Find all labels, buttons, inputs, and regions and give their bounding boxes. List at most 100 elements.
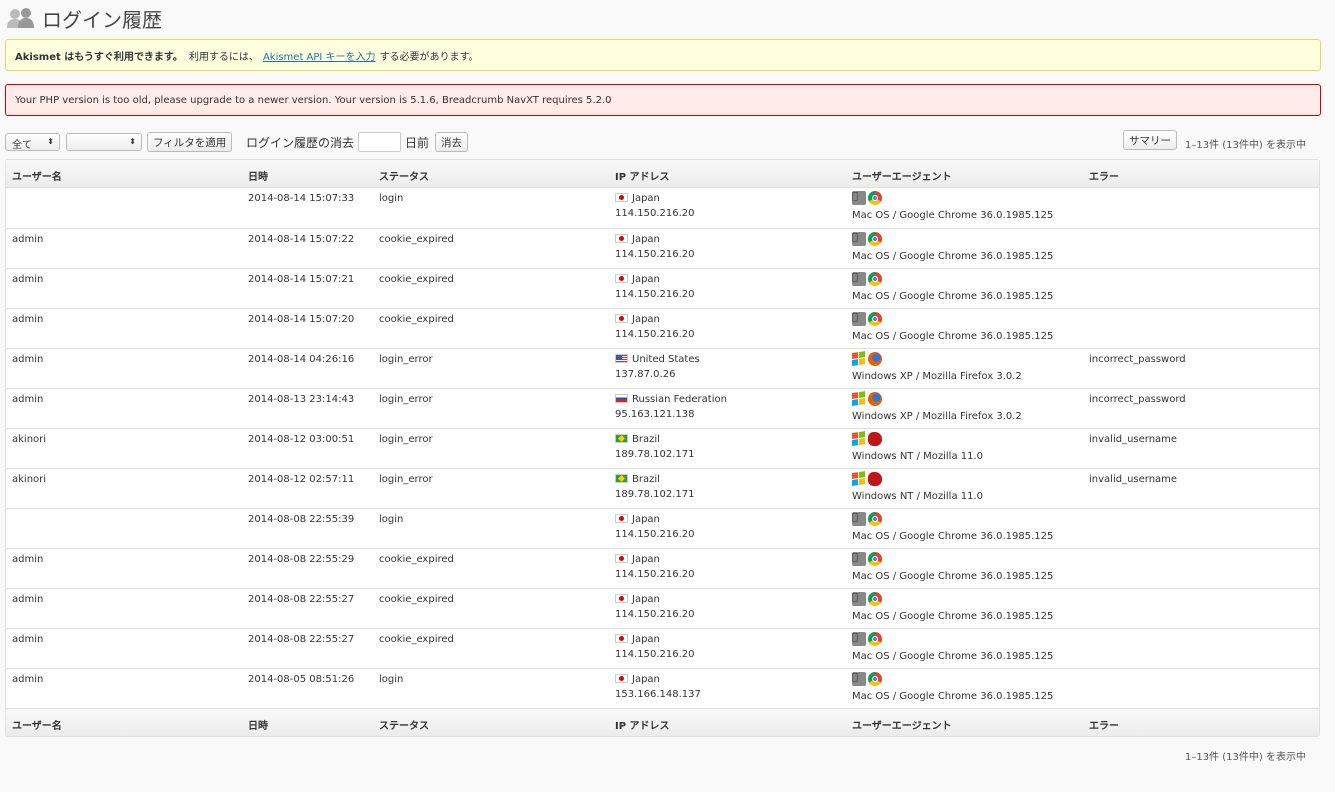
- cell-ip-address: 114.150.216.20: [615, 609, 695, 620]
- pagination-count: 1–13件 (13件中) を表示中: [1185, 140, 1306, 151]
- cell-country: Japan: [632, 314, 660, 325]
- column-footer-user-agent[interactable]: ユーザーエージェント: [852, 717, 952, 732]
- delete-history-label: ログイン履歴の消去: [246, 136, 355, 150]
- cell-status: cookie_expired: [379, 594, 454, 605]
- br-flag-icon: [615, 434, 628, 443]
- cell-status: login_error: [379, 474, 433, 485]
- cell-status: login_error: [379, 354, 433, 365]
- cell-date: 2014-08-05 08:51:26: [248, 674, 355, 685]
- cell-user: admin: [12, 314, 44, 325]
- cell-ip: Japan 153.166.148.137: [615, 674, 701, 700]
- column-header-ip[interactable]: IP アドレス: [615, 168, 670, 183]
- users-icon: [6, 7, 36, 29]
- cell-country: United States: [632, 354, 700, 365]
- cell-ip-address: 114.150.216.20: [615, 289, 695, 300]
- column-footer-user[interactable]: ユーザー名: [12, 717, 62, 732]
- cell-country: Japan: [632, 514, 660, 525]
- table-row: admin 2014-08-14 15:07:21 cookie_expired Ja…: [6, 268, 1319, 308]
- mozilla-icon: [868, 431, 882, 446]
- column-footer-status[interactable]: ステータス: [379, 717, 429, 732]
- cell-status: cookie_expired: [379, 314, 454, 325]
- chrome-icon: [868, 231, 882, 246]
- cell-ip: United States 137.87.0.26: [615, 354, 700, 380]
- cell-ip-address: 189.78.102.171: [615, 449, 695, 460]
- jp-flag-icon: [615, 554, 628, 563]
- status-filter-select[interactable]: 全て ⬍: [5, 133, 60, 151]
- br-flag-icon: [615, 474, 628, 483]
- secondary-filter-select[interactable]: ⬍: [66, 133, 142, 151]
- apple-icon: [852, 671, 866, 686]
- select-arrows-icon: ⬍: [129, 137, 136, 146]
- column-header-user[interactable]: ユーザー名: [12, 168, 62, 183]
- cell-ip-address: 95.163.121.138: [615, 409, 695, 420]
- chrome-icon: [868, 631, 882, 646]
- cell-user-agent: Mac OS / Google Chrome 36.0.1985.125: [852, 511, 1053, 542]
- cell-ua-text: Mac OS / Google Chrome 36.0.1985.125: [852, 331, 1054, 342]
- jp-flag-icon: [615, 314, 628, 323]
- page-title: ログイン履歴: [42, 7, 162, 32]
- cell-status: login: [379, 193, 404, 204]
- cell-ua-text: Mac OS / Google Chrome 36.0.1985.125: [852, 210, 1054, 221]
- chrome-icon: [868, 311, 882, 326]
- days-input[interactable]: [358, 132, 401, 152]
- cell-country: Japan: [632, 234, 660, 245]
- cell-user-agent: Mac OS / Google Chrome 36.0.1985.125: [852, 631, 1053, 662]
- cell-status: login_error: [379, 394, 433, 405]
- cell-country: Brazil: [632, 474, 660, 485]
- apple-icon: [852, 231, 866, 246]
- cell-ip-address: 153.166.148.137: [615, 689, 701, 700]
- column-footer-ip[interactable]: IP アドレス: [615, 717, 670, 732]
- table-row: admin 2014-08-05 08:51:26 login Japan 153.16…: [6, 668, 1319, 708]
- chrome-icon: [868, 671, 882, 686]
- cell-status: cookie_expired: [379, 554, 454, 565]
- apple-icon: [852, 631, 866, 646]
- pagination-count-bottom: 1–13件 (13件中) を表示中: [1185, 752, 1306, 763]
- summary-button[interactable]: サマリー: [1123, 130, 1177, 150]
- cell-user-agent: Mac OS / Google Chrome 36.0.1985.125: [852, 271, 1053, 302]
- cell-user-agent: Mac OS / Google Chrome 36.0.1985.125: [852, 231, 1053, 262]
- delete-button[interactable]: 消去: [435, 132, 468, 152]
- cell-status: login_error: [379, 434, 433, 445]
- page-header: ログイン履歴: [6, 4, 162, 32]
- cell-ua-text: Mac OS / Google Chrome 36.0.1985.125: [852, 251, 1054, 262]
- column-header-date[interactable]: 日時: [248, 168, 268, 183]
- cell-user-agent: Mac OS / Google Chrome 36.0.1985.125: [852, 591, 1053, 622]
- login-history-table: ユーザー名 日時 ステータス IP アドレス ユーザーエージェント エラー 20…: [5, 159, 1320, 737]
- select-arrows-icon: ⬍: [47, 137, 54, 146]
- chrome-icon: [868, 190, 882, 205]
- cell-ip: Japan 114.150.216.20: [615, 554, 695, 580]
- cell-ip: Japan 114.150.216.20: [615, 634, 695, 660]
- cell-ip: Japan 114.150.216.20: [615, 234, 695, 260]
- cell-user: admin: [12, 634, 44, 645]
- apple-icon: [852, 311, 866, 326]
- cell-user: admin: [12, 234, 44, 245]
- cell-user-agent: Mac OS / Google Chrome 36.0.1985.125: [852, 190, 1053, 221]
- column-header-status[interactable]: ステータス: [379, 168, 429, 183]
- apply-filter-button[interactable]: フィルタを適用: [147, 132, 233, 152]
- column-footer-error[interactable]: エラー: [1089, 717, 1119, 732]
- column-header-user-agent[interactable]: ユーザーエージェント: [852, 168, 952, 183]
- column-footer-date[interactable]: 日時: [248, 717, 268, 732]
- apple-icon: [852, 271, 866, 286]
- apple-icon: [852, 551, 866, 566]
- cell-user: admin: [12, 554, 44, 565]
- akismet-api-key-link[interactable]: Akismet API キーを入力: [263, 48, 376, 63]
- akismet-notice-bold: Akismet はもうすぐ利用できます。: [15, 51, 183, 63]
- windows-icon: [852, 350, 866, 367]
- table-row: admin 2014-08-14 04:26:16 login_error Unite…: [6, 348, 1319, 388]
- apple-icon: [852, 591, 866, 606]
- cell-ip: Japan 114.150.216.20: [615, 594, 695, 620]
- cell-user: akinori: [12, 474, 47, 485]
- cell-user-agent: Mac OS / Google Chrome 36.0.1985.125: [852, 671, 1053, 702]
- cell-user: admin: [12, 594, 44, 605]
- cell-ip-address: 114.150.216.20: [615, 249, 695, 260]
- cell-country: Brazil: [632, 434, 660, 445]
- cell-status: login: [379, 514, 404, 525]
- windows-icon: [852, 430, 866, 447]
- chrome-icon: [868, 271, 882, 286]
- table-row: admin 2014-08-14 15:07:20 cookie_expired Ja…: [6, 308, 1319, 348]
- cell-user-agent: Windows XP / Mozilla Firefox 3.0.2: [852, 390, 1022, 422]
- cell-ip-address: 114.150.216.20: [615, 529, 695, 540]
- column-header-error[interactable]: エラー: [1089, 168, 1119, 183]
- jp-flag-icon: [615, 594, 628, 603]
